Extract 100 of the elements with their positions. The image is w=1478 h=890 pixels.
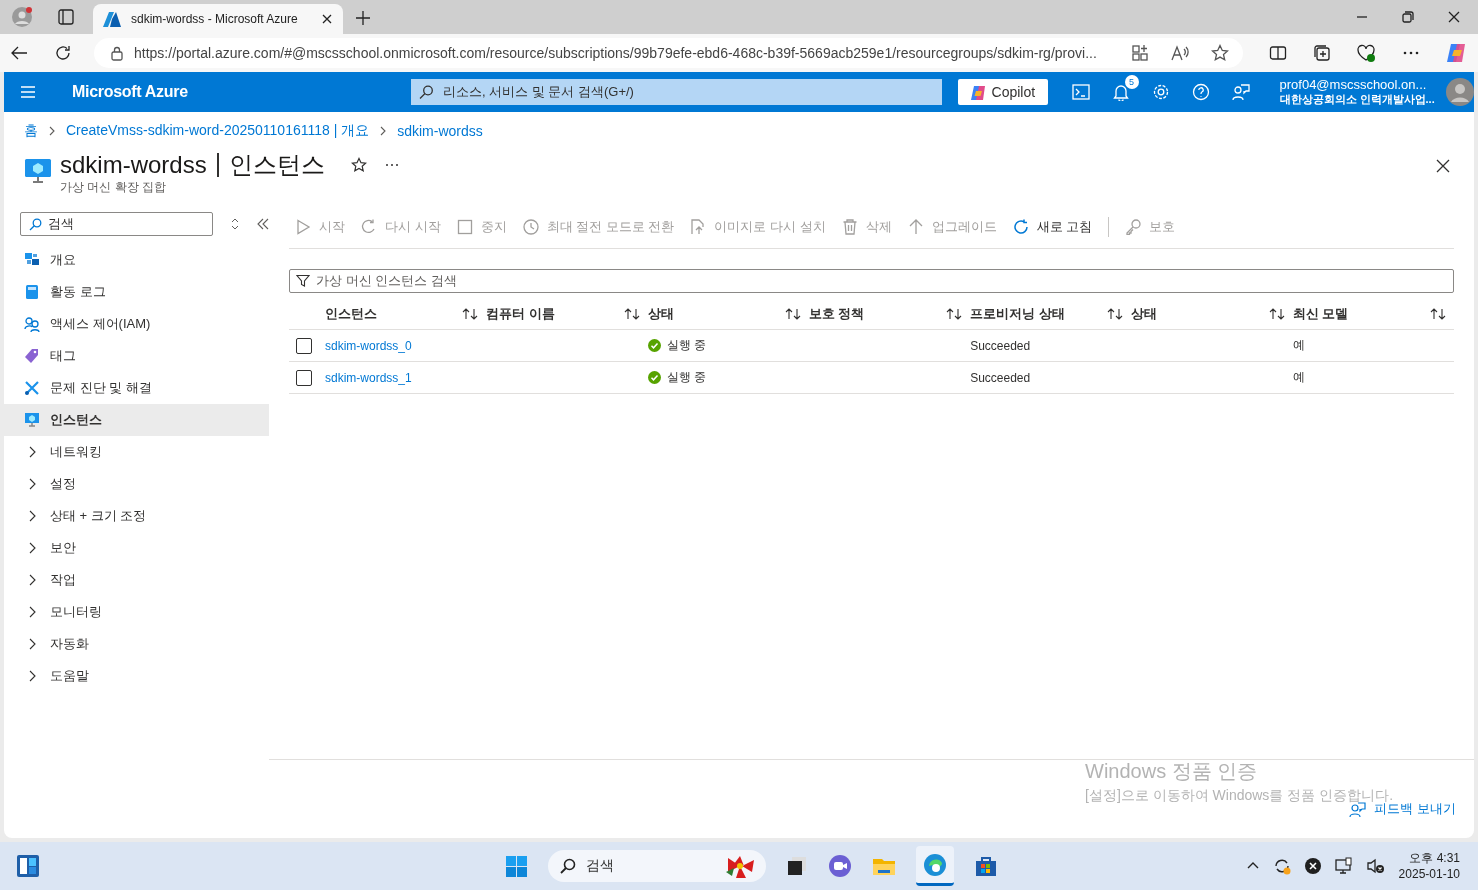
page-subtitle: 가상 머신 확장 집합 [60, 179, 167, 196]
column-header[interactable]: 컴퓨터 이름 [486, 305, 555, 323]
apps-icon[interactable] [1131, 44, 1149, 62]
breadcrumb-link[interactable]: sdkim-wordss [397, 123, 483, 139]
feedback-person-icon[interactable] [1231, 83, 1250, 101]
column-header[interactable]: 프로비저닝 상태 [970, 305, 1065, 323]
sort-icon[interactable] [1107, 307, 1124, 321]
error-circle-icon[interactable] [1304, 858, 1321, 874]
speaker-muted-icon[interactable] [1366, 857, 1385, 875]
nav-item[interactable]: 문제 진단 및 해결 [4, 372, 269, 404]
instance-link[interactable]: sdkim-wordss_0 [325, 338, 412, 353]
instance-link[interactable]: sdkim-wordss_1 [325, 370, 412, 385]
chevron-right-icon [48, 126, 56, 136]
column-header[interactable]: 상태 [647, 305, 674, 323]
restore-icon[interactable] [1402, 11, 1414, 23]
nav-item[interactable]: 자동화 [4, 628, 269, 660]
new-tab-icon[interactable] [355, 10, 371, 26]
close-icon[interactable] [321, 13, 333, 25]
nav-item[interactable]: 네트워킹 [4, 436, 269, 468]
sort-icon[interactable] [623, 307, 640, 321]
nav-item[interactable]: 태그 [4, 340, 269, 372]
bell-icon[interactable] [1111, 83, 1130, 101]
nav-item[interactable]: 모니터링 [4, 596, 269, 628]
row-checkbox[interactable] [296, 369, 312, 386]
breadcrumb-link[interactable]: 홈 [24, 122, 38, 140]
nav-item[interactable]: 보안 [4, 532, 269, 564]
nav-item[interactable]: 인스턴스 [4, 404, 269, 436]
nav-item[interactable]: 활동 로그 [4, 276, 269, 308]
browser-swirl-icon [923, 852, 947, 877]
sort-icon[interactable] [1268, 307, 1285, 321]
nav-item[interactable]: 상태 + 크기 조정 [4, 500, 269, 532]
sort-icon[interactable] [462, 307, 479, 321]
search-field[interactable]: 리소스, 서비스 및 문서 검색(G+/) [410, 79, 943, 105]
column-header[interactable]: 최신 모델 [1292, 305, 1349, 323]
profile-icon[interactable] [12, 7, 33, 28]
nav-item[interactable]: 개요 [4, 244, 269, 276]
page-section-title: 인스턴스 [228, 150, 325, 180]
favorite-star-icon[interactable] [350, 157, 367, 173]
clock[interactable]: 오후 4:31 2025-01-10 [1398, 850, 1460, 882]
menu-icon[interactable] [20, 84, 36, 100]
settings-icon[interactable] [1151, 83, 1170, 101]
reload-icon[interactable] [54, 44, 72, 62]
sort-toggle-icon[interactable] [231, 218, 239, 230]
nav-item[interactable]: 액세스 제어(IAM) [4, 308, 269, 340]
address-field[interactable]: https://portal.azure.com/#@mscsschool.onmicrosoft.com/resource/subscriptions/99b79efe-ebd6-468c-b39f-5669acb259e1/resourcegroups/sdkim-rg/provi... [94, 38, 1243, 68]
video-chat-icon[interactable] [828, 854, 852, 878]
sort-icon[interactable] [946, 307, 963, 321]
back-icon[interactable] [10, 44, 28, 62]
taskbar-search-field[interactable]: 검색 [548, 850, 766, 882]
split-screen-icon[interactable] [1269, 44, 1287, 62]
task-view-icon[interactable] [786, 855, 808, 877]
row-checkbox[interactable] [296, 337, 312, 354]
notification-badge: 5 [1124, 75, 1139, 89]
browser-taskbar-button[interactable] [916, 846, 954, 886]
account-email[interactable]: prof04@mscsschool.on... [1279, 77, 1442, 92]
help-icon[interactable] [1191, 83, 1210, 101]
tab-actions-icon[interactable] [57, 8, 75, 26]
breadcrumb-link[interactable]: CreateVmss-sdkim-word-20250110161118 | 개요 [66, 122, 370, 140]
filter-field[interactable]: 가상 머신 인스턴스 검색 [289, 269, 1454, 293]
sort-icon[interactable] [784, 307, 801, 321]
widgets-icon[interactable] [16, 854, 40, 878]
chevron-right-icon [379, 126, 388, 136]
monitor-icon [24, 412, 40, 428]
arrow-up-icon [907, 219, 924, 235]
browser-tab[interactable]: sdkim-wordss - Microsoft Azure [93, 4, 343, 34]
read-aloud-icon[interactable] [1171, 44, 1189, 62]
nav-item[interactable]: 도움말 [4, 660, 269, 692]
refresh-icon [1012, 219, 1029, 235]
tag-icon [24, 348, 40, 364]
close-icon[interactable] [1448, 11, 1460, 23]
search-icon [418, 85, 433, 99]
windows-start-icon[interactable] [505, 854, 528, 878]
toolbar-button[interactable]: 새로 고침 [1012, 218, 1093, 236]
sort-icon[interactable] [1430, 307, 1446, 321]
key-icon [1125, 219, 1142, 235]
terminal-icon[interactable] [1071, 83, 1090, 101]
collapse-icon[interactable] [257, 218, 269, 230]
collections-icon[interactable] [1313, 44, 1331, 62]
close-icon[interactable] [1436, 159, 1450, 173]
tab-title: sdkim-wordss - Microsoft Azure [131, 12, 299, 26]
account-directory[interactable]: 대한상공회의소 인력개발사업... [1279, 92, 1442, 107]
search-field[interactable]: 검색 [20, 212, 213, 236]
avatar-icon[interactable] [1446, 78, 1474, 106]
restart-icon [361, 219, 377, 235]
column-header[interactable]: 인스턴스 [325, 305, 377, 323]
clock-icon [522, 219, 539, 235]
stop-square-icon [456, 219, 473, 235]
store-bag-icon[interactable] [974, 854, 998, 878]
status-text: 실행 중 [666, 337, 706, 354]
heart-pulse-icon[interactable] [1357, 43, 1376, 63]
nav-item[interactable]: 설정 [4, 468, 269, 500]
nav-item[interactable]: 작업 [4, 564, 269, 596]
activation-title: Windows 정품 인증 [1085, 759, 1259, 784]
column-header[interactable]: 상태 [1131, 305, 1158, 323]
favorite-star-icon[interactable] [1211, 44, 1229, 62]
sync-icon[interactable] [1272, 857, 1291, 875]
column-header[interactable]: 보호 정책 [808, 305, 865, 323]
network-icon[interactable] [1334, 857, 1353, 875]
copilot-button[interactable]: Copilot [958, 79, 1048, 105]
brand-name[interactable]: Microsoft Azure [72, 83, 411, 101]
